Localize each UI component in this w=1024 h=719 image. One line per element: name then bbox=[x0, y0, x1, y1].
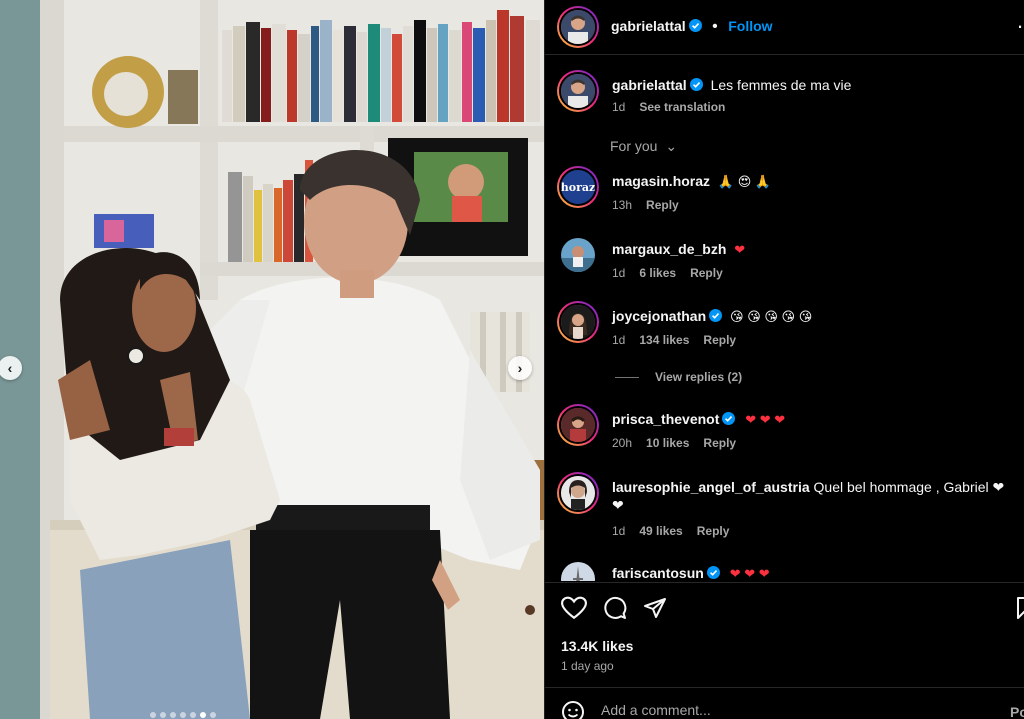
comment-username[interactable]: magasin.horaz bbox=[612, 173, 710, 189]
caption-text: Les femmes de ma vie bbox=[710, 77, 852, 93]
comment-username[interactable]: lauresophie_angel_of_austria bbox=[612, 479, 810, 495]
reply-button[interactable]: Reply bbox=[703, 333, 736, 347]
comment-filter-dropdown[interactable]: For you ⌄ bbox=[610, 138, 677, 155]
carousel-dot bbox=[150, 712, 156, 718]
comment-text: ❤ ❤ ❤ bbox=[729, 566, 770, 581]
comment-input[interactable] bbox=[601, 702, 961, 718]
comment-likes[interactable]: 49 likes bbox=[639, 524, 682, 538]
caption-time: 1d bbox=[612, 100, 626, 114]
author-username[interactable]: gabrielattal bbox=[611, 18, 686, 34]
reply-button[interactable]: Reply bbox=[690, 266, 723, 280]
more-options-icon[interactable]: ·· bbox=[1016, 13, 1024, 39]
commenter-avatar[interactable] bbox=[557, 472, 599, 514]
carousel-dot bbox=[190, 712, 196, 718]
comment-username[interactable]: margaux_de_bzh bbox=[612, 241, 726, 257]
post-comment-button[interactable]: Po bbox=[1010, 704, 1024, 719]
carousel-next-button[interactable]: › bbox=[508, 356, 532, 380]
comment-likes[interactable]: 6 likes bbox=[639, 266, 676, 280]
see-translation-button[interactable]: See translation bbox=[639, 100, 725, 114]
comment-text: 😘 😘 😘 😘 😘 bbox=[730, 309, 813, 324]
comment-time: 1d bbox=[612, 333, 626, 347]
post-actions: 13.4K likes 1 day ago bbox=[545, 582, 1024, 686]
separator-dot: • bbox=[712, 18, 718, 35]
caption-avatar[interactable] bbox=[557, 70, 599, 112]
comment-likes[interactable]: 10 likes bbox=[646, 436, 689, 450]
comment-time: 20h bbox=[612, 436, 633, 450]
verified-badge-icon bbox=[706, 566, 720, 579]
comments-section[interactable]: gabrielattal Les femmes de ma vie 1d See… bbox=[545, 56, 1024, 581]
commenter-avatar[interactable] bbox=[557, 301, 599, 343]
chevron-left-icon: ‹ bbox=[7, 360, 13, 376]
carousel-dot bbox=[210, 712, 216, 718]
carousel-dots bbox=[150, 712, 216, 718]
add-comment-bar: Po bbox=[545, 687, 1024, 719]
save-bookmark-icon[interactable] bbox=[1015, 596, 1024, 620]
view-replies-button[interactable]: View replies (2) bbox=[615, 370, 742, 384]
commenter-avatar[interactable] bbox=[557, 404, 599, 446]
like-heart-icon[interactable] bbox=[561, 596, 587, 620]
comment-text: ❤ bbox=[734, 242, 746, 257]
author-avatar[interactable] bbox=[557, 6, 599, 48]
carousel-dot bbox=[180, 712, 186, 718]
follow-button[interactable]: Follow bbox=[728, 18, 772, 34]
commenter-avatar[interactable] bbox=[561, 562, 595, 581]
caption-username[interactable]: gabrielattal bbox=[612, 77, 687, 93]
carousel-dot bbox=[170, 712, 176, 718]
post-header: gabrielattal • Follow ·· bbox=[545, 0, 1024, 55]
horaz-avatar-text: horaz bbox=[560, 180, 596, 194]
reply-button[interactable]: Reply bbox=[646, 198, 679, 212]
comment-username[interactable]: joycejonathan bbox=[612, 308, 706, 324]
comment-bubble-icon[interactable] bbox=[603, 596, 627, 620]
view-replies-label: View replies (2) bbox=[655, 370, 743, 384]
verified-badge-icon bbox=[722, 412, 736, 425]
post-date: 1 day ago bbox=[561, 659, 614, 673]
chevron-down-icon: ⌄ bbox=[665, 138, 678, 154]
comment-time: 1d bbox=[612, 266, 626, 280]
comment-username[interactable]: prisca_thevenot bbox=[612, 411, 719, 427]
reply-button[interactable]: Reply bbox=[703, 436, 736, 450]
filter-label: For you bbox=[610, 138, 658, 154]
carousel-dot-active bbox=[200, 712, 206, 718]
verified-badge-icon bbox=[689, 78, 703, 91]
post-media[interactable]: ‹ › bbox=[0, 0, 544, 719]
comment-time: 1d bbox=[612, 524, 626, 538]
commenter-avatar[interactable] bbox=[561, 238, 595, 272]
post-photo bbox=[0, 0, 544, 719]
reply-button[interactable]: Reply bbox=[697, 524, 730, 538]
comment-username[interactable]: fariscantosun bbox=[612, 565, 704, 581]
comment-time: 13h bbox=[612, 198, 633, 212]
post-side-panel: gabrielattal • Follow ·· gabrielattal Le… bbox=[544, 0, 1024, 719]
commenter-avatar[interactable]: horaz bbox=[557, 166, 599, 208]
view-replies-line bbox=[615, 376, 639, 378]
share-paper-plane-icon[interactable] bbox=[643, 596, 667, 620]
comment-text: ❤ ❤ ❤ bbox=[745, 412, 786, 427]
carousel-dot bbox=[160, 712, 166, 718]
likes-count[interactable]: 13.4K likes bbox=[561, 638, 633, 654]
comment-likes[interactable]: 134 likes bbox=[639, 333, 689, 347]
emoji-smiley-icon[interactable] bbox=[561, 700, 585, 719]
chevron-right-icon: › bbox=[517, 360, 523, 376]
verified-badge-icon bbox=[688, 19, 702, 32]
verified-badge-icon bbox=[709, 309, 723, 322]
comment-text: 🙏 😍 🙏 bbox=[717, 174, 772, 189]
